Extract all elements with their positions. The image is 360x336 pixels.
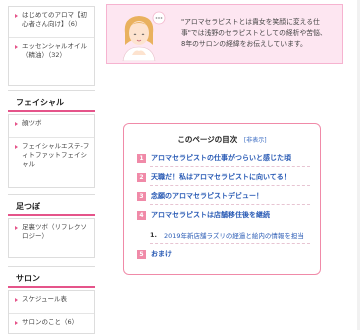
- foot-list-box: 足裏ツボ（リフレクソロジー）: [8, 218, 95, 258]
- toc-title-text: このページの目次: [177, 135, 238, 144]
- sidebar: はじめてのアロマ【初心者さん向け】（6） エッセンシャルオイル（精油）（32） …: [0, 0, 97, 334]
- sidebar-item-salon-about[interactable]: サロンのこと（6）: [9, 313, 94, 336]
- divider: [150, 204, 310, 205]
- intro-line: 8年のサロンの経緯をお伝えしています。: [181, 40, 307, 48]
- toc-number: 1: [137, 153, 146, 163]
- intro-text: "アロマセラピストとは貴女を笑顔に変える仕 事"では浅野のセラピストとしての経析…: [181, 17, 341, 50]
- sidebar-item-reflexology[interactable]: 足裏ツボ（リフレクソロジー）: [9, 219, 94, 253]
- toc-number: 5: [137, 249, 146, 259]
- sidebar-item-aroma-beginner[interactable]: はじめてのアロマ【初心者さん向け】（6）: [9, 7, 94, 37]
- sidebar-item-label: スケジュール表: [22, 295, 68, 303]
- sidebar-item-label: サロンのこと（6）: [22, 318, 79, 326]
- intro-line: "アロマセラピストとは貴女を笑顔に変える仕: [181, 18, 320, 26]
- toc-toggle-link[interactable]: [非表示]: [244, 137, 267, 144]
- toc-link[interactable]: 天職だ！私はアロマセラピストに向いてる！: [151, 172, 291, 182]
- sidebar-item-label: フェイシャルエステ-フィトファットフェイシャル: [22, 142, 90, 168]
- category-list-box: はじめてのアロマ【初心者さん向け】（6） エッセンシャルオイル（精油）（32）: [8, 6, 95, 86]
- sidebar-item-label: 顔ツボ: [22, 119, 42, 127]
- sidebar-item-essential-oil[interactable]: エッセンシャルオイル（精油）（32）: [9, 37, 94, 68]
- intro-line: 事"では浅野のセラピストとしての経析や苦悩、: [181, 29, 327, 37]
- sidebar-item-label: エッセンシャルオイル（精油）（32）: [22, 42, 87, 59]
- sidebar-heading-salon: サロン: [8, 266, 95, 288]
- toc-item[interactable]: 5 おまけ: [137, 249, 312, 259]
- divider: [150, 185, 310, 186]
- toc-link[interactable]: 念願のアロマセラピストデビュー！: [151, 191, 263, 201]
- sidebar-item-face-tsubo[interactable]: 顔ツボ: [9, 115, 94, 137]
- table-of-contents: このページの目次 [非表示] 1 アロマセラピストの仕事がつらいと感じた頃 2 …: [123, 123, 321, 275]
- toc-item[interactable]: 4 アロマセラピストは店舗移住後を継続: [137, 210, 312, 220]
- toc-subnumber: 1.: [150, 231, 157, 239]
- sidebar-item-label: はじめてのアロマ【初心者さん向け】（6）: [22, 11, 87, 28]
- bullet-icon: [15, 14, 18, 18]
- toc-number: 2: [137, 172, 146, 182]
- toc-link[interactable]: おまけ: [151, 249, 172, 259]
- bullet-icon: [15, 45, 18, 49]
- bullet-icon: [15, 321, 18, 325]
- toc-number: 4: [137, 210, 146, 220]
- sidebar-heading-facial: フェイシャル: [8, 90, 95, 112]
- toc-link[interactable]: アロマセラピストは店舗移住後を継続: [151, 210, 270, 220]
- divider: [150, 166, 310, 167]
- sidebar-heading-foot: 足つぼ: [8, 194, 95, 216]
- salon-list-box: スケジュール表 サロンのこと（6）: [8, 290, 95, 334]
- sidebar-item-schedule[interactable]: スケジュール表: [9, 291, 94, 313]
- toc-link[interactable]: アロマセラピストの仕事がつらいと感じた頃: [151, 153, 291, 163]
- toc-item[interactable]: 1 アロマセラピストの仕事がつらいと感じた頃: [137, 153, 312, 163]
- sidebar-item-label: 足裏ツボ（リフレクソロジー）: [22, 223, 87, 240]
- bullet-icon: [15, 122, 18, 126]
- sidebar-item-facial-esthe[interactable]: フェイシャルエステ-フィトファットフェイシャル: [9, 137, 94, 178]
- speech-bubble-icon: [152, 11, 166, 25]
- toc-sublink[interactable]: 2019年新店舗ラズリの経過と絵内の情報を担当: [164, 230, 304, 240]
- bullet-icon: [15, 298, 18, 302]
- toc-subitem[interactable]: 1. 2019年新店舗ラズリの経過と絵内の情報を担当: [150, 230, 304, 240]
- toc-item[interactable]: 3 念願のアロマセラピストデビュー！: [137, 191, 312, 201]
- toc-item[interactable]: 2 天職だ！私はアロマセラピストに向いてる！: [137, 172, 312, 182]
- facial-list-box: 顔ツボ フェイシャルエステ-フィトファットフェイシャル: [8, 114, 95, 188]
- main-content: "アロマセラピストとは貴女を笑顔に変える仕 事"では浅野のセラピストとしての経析…: [104, 0, 360, 330]
- toc-title: このページの目次 [非表示]: [124, 134, 320, 145]
- divider: [150, 243, 310, 244]
- toc-number: 3: [137, 191, 146, 201]
- bullet-icon: [15, 226, 18, 230]
- bullet-icon: [15, 145, 18, 149]
- intro-box: "アロマセラピストとは貴女を笑顔に変える仕 事"では浅野のセラピストとしての経析…: [106, 4, 343, 64]
